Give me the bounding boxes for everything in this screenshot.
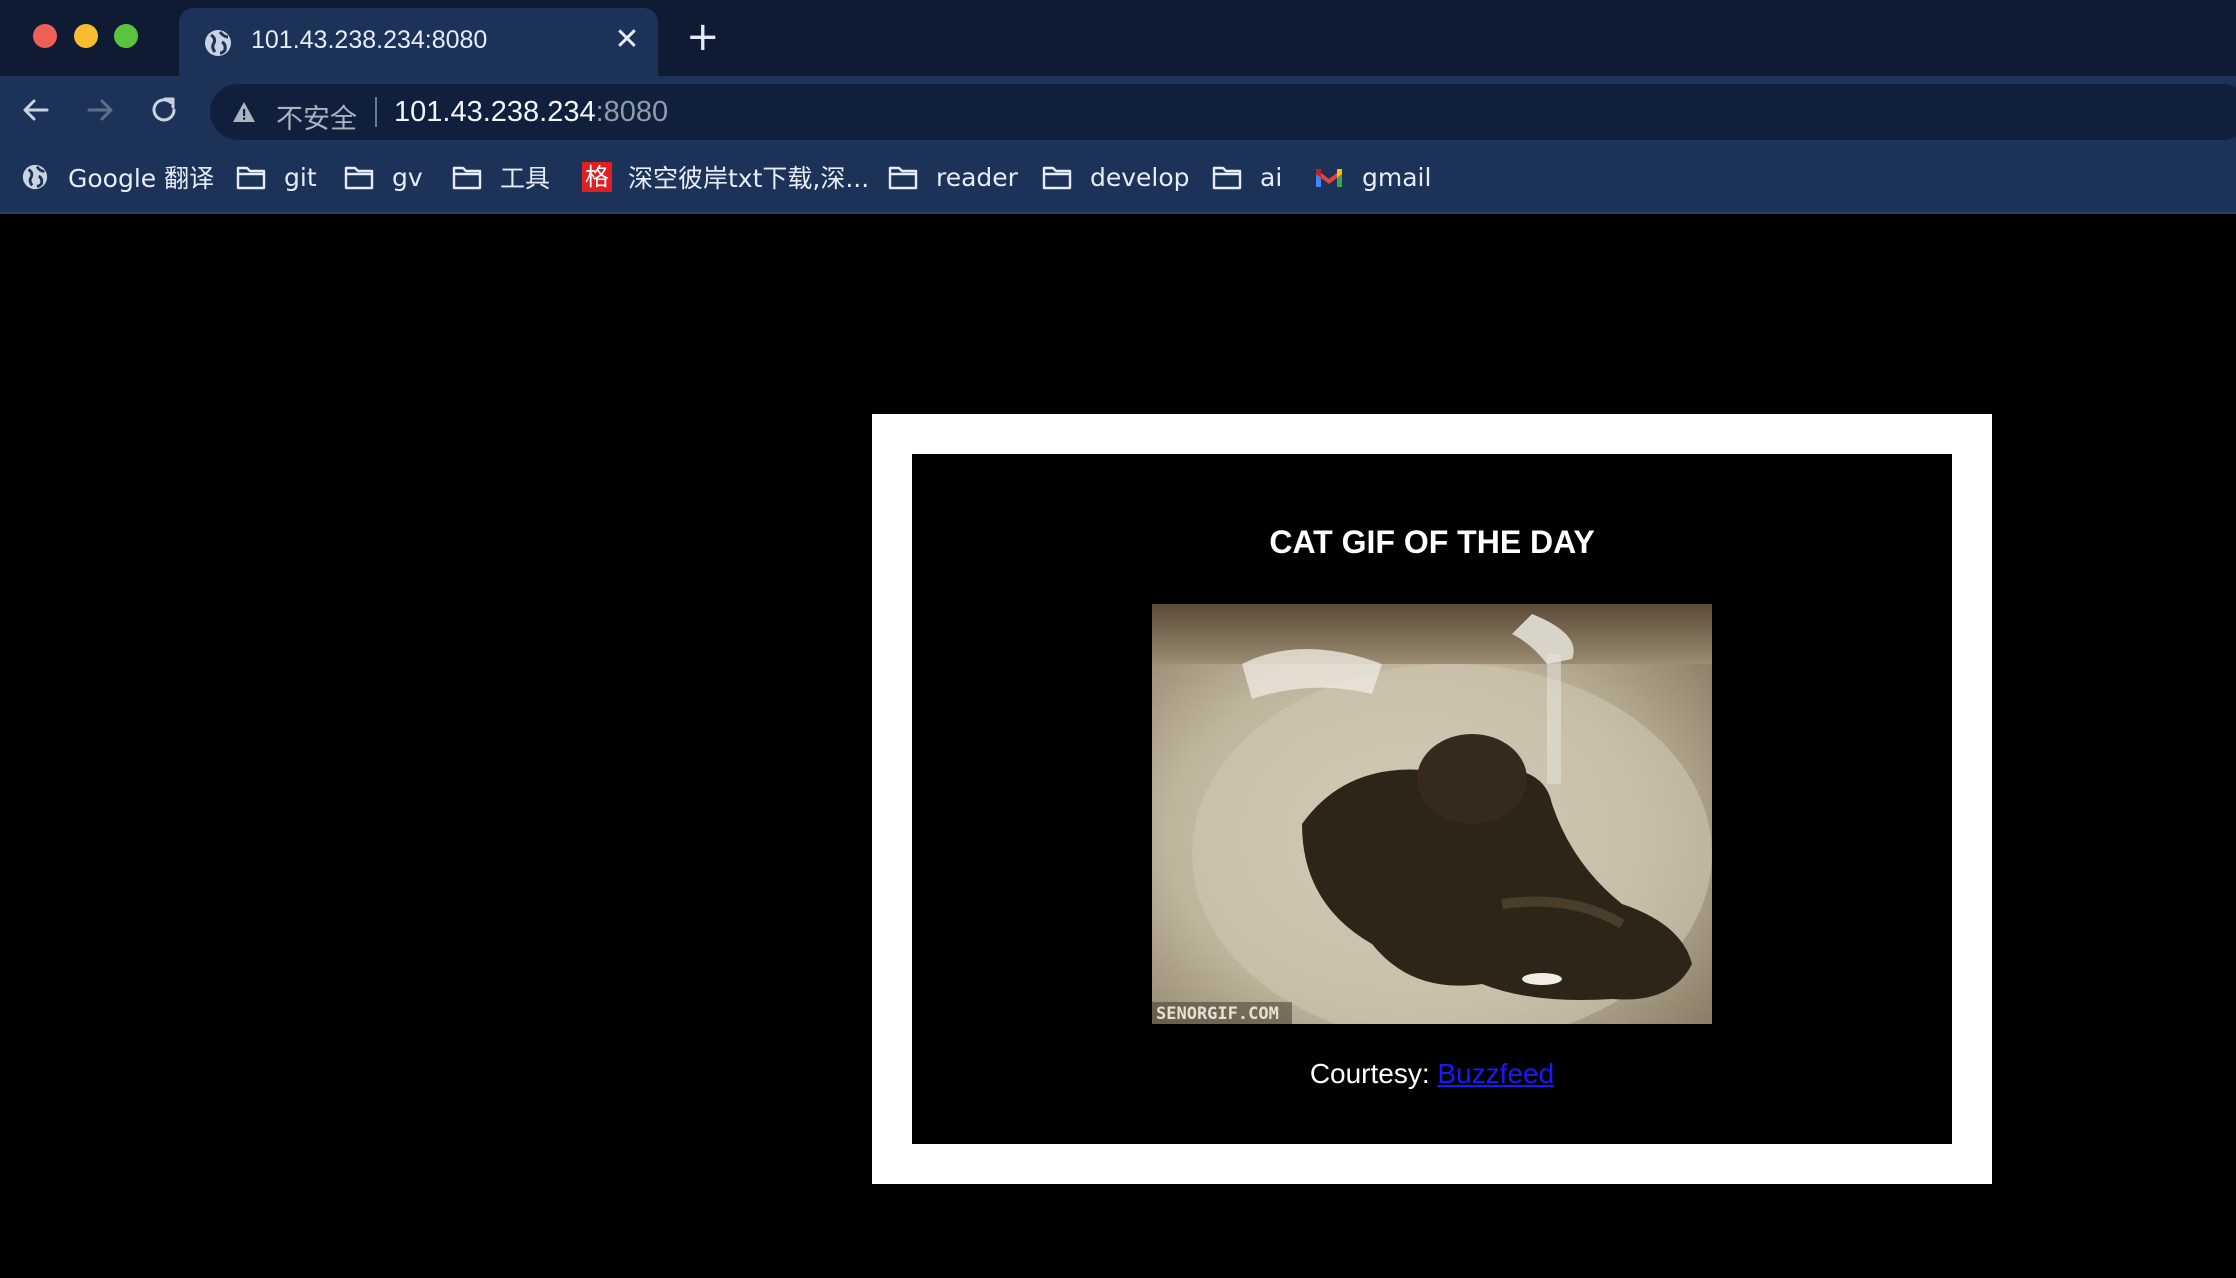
folder-icon — [236, 166, 266, 190]
address-separator — [375, 97, 377, 127]
back-arrow-icon[interactable] — [20, 94, 52, 126]
bookmark-folder-gv[interactable]: gv — [344, 142, 423, 212]
site-icon: 格 — [582, 162, 612, 192]
bookmark-label: 深空彼岸txt下载,深... — [628, 164, 870, 193]
forward-arrow-icon[interactable] — [84, 94, 116, 126]
bookmark-folder-git[interactable]: git — [236, 142, 317, 212]
minimize-window-button[interactable] — [74, 24, 98, 48]
cat-gif-image: SENORGIF.COM — [1152, 604, 1712, 1024]
buzzfeed-link[interactable]: Buzzfeed — [1437, 1058, 1554, 1089]
tab-close-button[interactable]: ✕ — [612, 25, 642, 55]
tab-title: 101.43.238.234:8080 — [251, 26, 488, 54]
bookmark-folder-develop[interactable]: develop — [1042, 142, 1190, 212]
bookmark-label: gmail — [1362, 162, 1432, 192]
bookmark-label: git — [284, 162, 317, 192]
bookmark-folder-ai[interactable]: ai — [1212, 142, 1282, 212]
url-host: 101.43.238.234 — [394, 96, 596, 128]
bookmark-label: develop — [1090, 162, 1190, 192]
browser-toolbar: 不安全 101.43.238.234:8080 — [0, 76, 2236, 142]
bookmark-folder-reader[interactable]: reader — [888, 142, 1018, 212]
bookmark-novel-site[interactable]: 格 深空彼岸txt下载,深... — [582, 142, 869, 212]
folder-icon — [1212, 166, 1242, 190]
globe-icon — [22, 164, 48, 190]
close-window-button[interactable] — [33, 24, 57, 48]
gmail-icon — [1316, 169, 1342, 187]
warning-icon[interactable] — [232, 100, 256, 124]
courtesy-line: Courtesy: Buzzfeed — [912, 1058, 1952, 1090]
folder-icon — [1042, 166, 1072, 190]
reload-icon[interactable] — [148, 94, 180, 126]
bookmark-label: Google 翻译 — [68, 164, 215, 193]
card-frame: CAT GIF OF THE DAY SENORGIF.COM Courtesy… — [872, 414, 1992, 1184]
active-tab[interactable]: 101.43.238.234:8080 ✕ — [179, 8, 658, 76]
new-tab-button[interactable]: + — [686, 17, 720, 57]
maximize-window-button[interactable] — [114, 24, 138, 48]
security-label[interactable]: 不安全 — [276, 97, 357, 136]
bookmark-folder-tools[interactable]: 工具 — [452, 142, 550, 212]
tab-strip: 101.43.238.234:8080 ✕ + — [0, 0, 2236, 76]
page-content: CAT GIF OF THE DAY SENORGIF.COM Courtesy… — [0, 214, 2236, 1278]
bookmark-google-translate[interactable]: Google 翻译 — [20, 142, 214, 212]
bookmark-label: gv — [392, 162, 423, 192]
bookmark-label: 工具 — [500, 164, 551, 193]
gif-watermark: SENORGIF.COM — [1156, 1004, 1279, 1024]
bookmark-label: reader — [936, 162, 1018, 192]
url-text[interactable]: 101.43.238.234:8080 — [394, 96, 668, 129]
bookmarks-bar: Google 翻译 git gv 工具 格 深空彼岸txt下载,深... rea… — [0, 142, 2236, 214]
bookmark-gmail[interactable]: gmail — [1314, 142, 1431, 212]
page-title: CAT GIF OF THE DAY — [1269, 524, 1595, 560]
url-port: :8080 — [595, 96, 669, 128]
globe-icon — [205, 30, 231, 56]
card: CAT GIF OF THE DAY SENORGIF.COM Courtesy… — [912, 454, 1952, 1144]
folder-icon — [888, 166, 918, 190]
folder-icon — [452, 166, 482, 190]
bookmark-label: ai — [1260, 162, 1283, 192]
courtesy-prefix: Courtesy: — [1309, 1058, 1438, 1089]
folder-icon — [344, 166, 374, 190]
address-bar[interactable]: 不安全 101.43.238.234:8080 — [210, 84, 2236, 140]
